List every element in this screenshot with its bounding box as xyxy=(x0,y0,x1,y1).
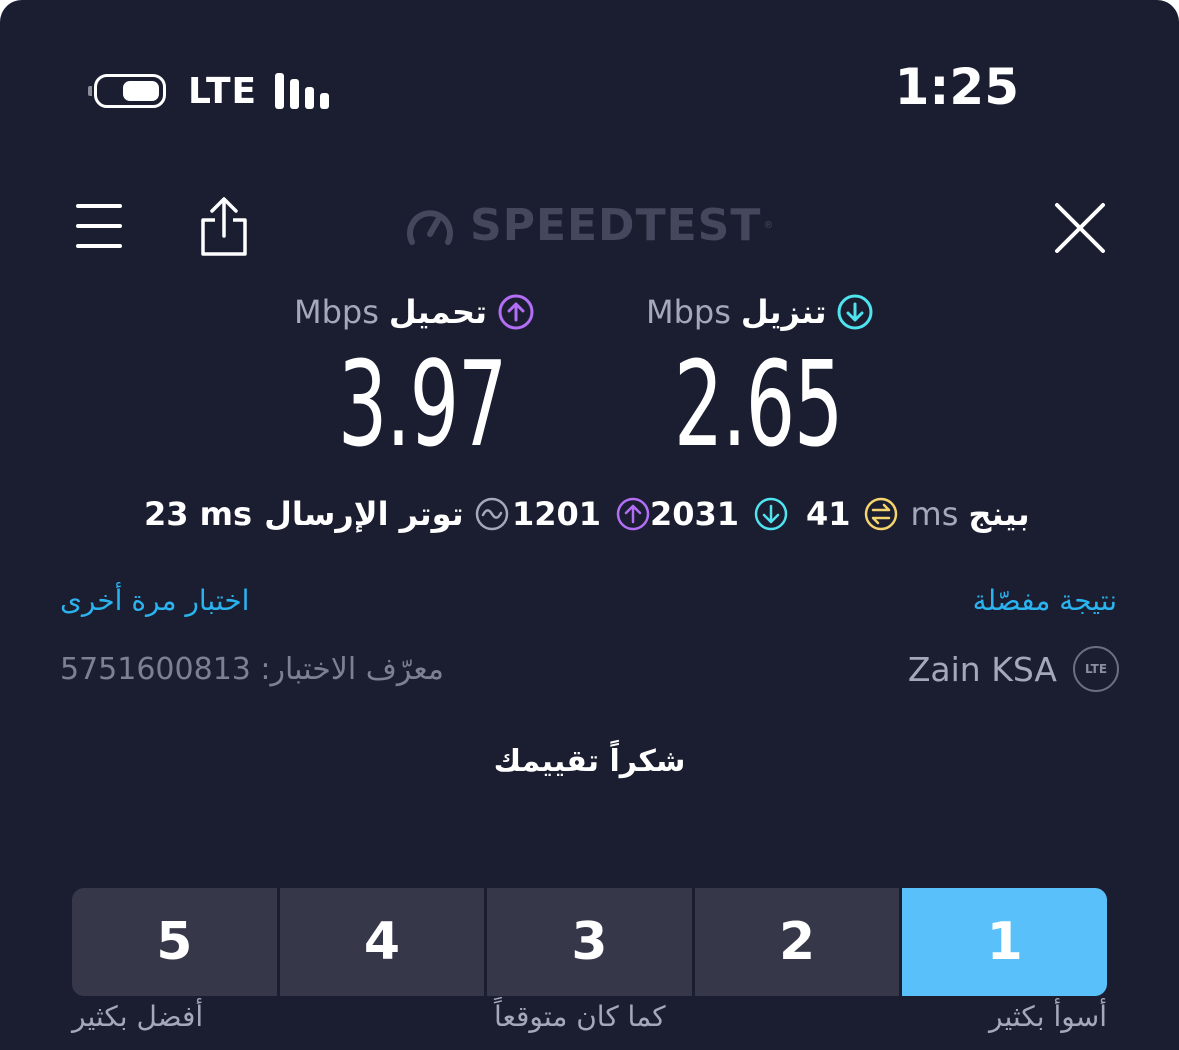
rating-thanks-text: شكراً تقييمك xyxy=(493,744,686,779)
share-icon[interactable] xyxy=(198,196,250,258)
hamburger-icon[interactable] xyxy=(76,204,122,248)
upload-title: تحميل xyxy=(388,293,488,331)
test-again-link[interactable]: اختبار مرة أخرى xyxy=(60,584,249,617)
lte-badge-icon: LTE xyxy=(1073,646,1119,692)
upload-latency-stat: 1201 xyxy=(512,492,651,536)
download-speed-value: 2.65 xyxy=(673,335,843,473)
arrow-down-circle-icon xyxy=(837,294,873,330)
logo-registered-mark: ® xyxy=(763,220,774,231)
network-type-label: LTE xyxy=(188,70,258,112)
rating-button-4[interactable]: 4 xyxy=(276,888,485,996)
rating-scale: 1 2 3 4 5 xyxy=(72,888,1107,996)
rating-caption-expected: كما كان متوقعاً xyxy=(494,1000,666,1033)
provider-info: Zain KSA LTE xyxy=(908,646,1119,692)
upload-latency-value: 1201 xyxy=(512,495,602,533)
status-bar-left: LTE xyxy=(88,66,335,116)
test-id-text: معرّف الاختبار: 5751600813 xyxy=(60,652,444,687)
upload-speed-value: 3.97 xyxy=(337,335,507,473)
ping-stat: 41 ms بينج xyxy=(806,492,1030,536)
close-icon[interactable] xyxy=(1054,202,1106,254)
provider-name: Zain KSA xyxy=(907,649,1057,689)
jitter-value: 23 ms xyxy=(144,495,253,533)
upload-label: Mbps تحميل xyxy=(294,290,535,334)
speedtest-logo: SPEEDTEST ® xyxy=(404,200,773,251)
gauge-icon xyxy=(407,209,453,245)
jitter-label: توتر الإرسال xyxy=(264,495,464,533)
rating-caption-worst: أسوأ بكثير xyxy=(989,1000,1107,1033)
rating-button-3[interactable]: 3 xyxy=(484,888,692,996)
signal-strength-icon xyxy=(275,73,335,109)
arrow-up-circle-icon xyxy=(616,497,650,531)
download-unit: Mbps xyxy=(646,293,731,331)
download-label: Mbps تنزيل xyxy=(646,290,874,334)
upload-unit: Mbps xyxy=(294,293,379,331)
rating-button-1[interactable]: 1 xyxy=(899,888,1107,996)
download-latency-value: 2031 xyxy=(650,495,740,533)
speedtest-result-screen: LTE 1:25 SPEEDTEST ® Mbps تحميل Mbps تنز… xyxy=(0,0,1179,1050)
download-latency-stat: 2031 xyxy=(650,492,789,536)
jitter-stat: 23 ms توتر الإرسال xyxy=(144,492,510,536)
arrow-down-circle-icon xyxy=(754,497,788,531)
ping-label: بينج xyxy=(968,495,1030,533)
rating-caption-best: أفضل بكثير xyxy=(72,1000,204,1033)
ping-icon xyxy=(864,497,897,531)
jitter-icon xyxy=(475,497,508,531)
rating-button-5[interactable]: 5 xyxy=(72,888,277,996)
ping-value: 41 xyxy=(806,495,851,533)
battery-icon xyxy=(88,74,166,108)
latency-stats-row: 23 ms توتر الإرسال 1201 2031 41 ms بينج xyxy=(140,492,1040,536)
logo-text: SPEEDTEST xyxy=(470,200,762,251)
ping-unit: ms xyxy=(910,495,959,533)
download-title: تنزيل xyxy=(740,293,827,331)
detailed-result-link[interactable]: نتيجة مفصّلة xyxy=(973,584,1117,617)
arrow-up-circle-icon xyxy=(498,294,534,330)
status-bar-time: 1:25 xyxy=(894,58,1019,116)
rating-button-2[interactable]: 2 xyxy=(691,888,900,996)
